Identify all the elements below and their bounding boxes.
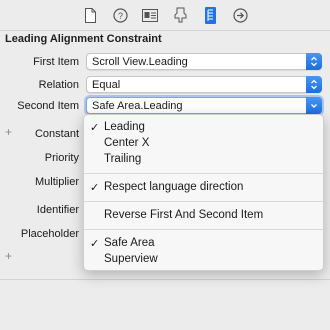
menu-item-reverse-first-and-second-item[interactable]: Reverse First And Second Item <box>84 208 323 224</box>
menu-item-label: Respect language direction <box>104 181 244 193</box>
relation-popup[interactable]: Equal <box>86 76 322 93</box>
relation-row: Relation Equal <box>0 76 330 94</box>
quick-help-icon[interactable]: ? <box>112 7 129 24</box>
chevron-updown-icon <box>306 53 322 70</box>
chevron-down-icon <box>306 97 322 114</box>
section-title: Leading Alignment Constraint <box>5 33 162 45</box>
menu-item-trailing[interactable]: Trailing <box>84 152 323 168</box>
size-inspector-icon[interactable] <box>202 6 219 24</box>
menu-item-center-x[interactable]: Center X <box>84 136 323 152</box>
add-variation-button[interactable]: + <box>5 249 12 263</box>
divider <box>0 279 330 280</box>
menu-separator <box>84 173 323 174</box>
second-item-label: Second Item <box>17 100 79 112</box>
checkmark-icon: ✓ <box>90 182 100 194</box>
connections-inspector-icon[interactable] <box>232 7 249 24</box>
menu-item-safe-area[interactable]: ✓ Safe Area <box>84 236 323 252</box>
menu-item-superview[interactable]: Superview <box>84 252 323 268</box>
first-item-popup[interactable]: Scroll View.Leading <box>86 53 322 70</box>
second-item-row: Second Item Safe Area.Leading <box>0 97 330 115</box>
constant-label: Constant <box>34 128 79 140</box>
checkmark-icon: ✓ <box>90 238 100 250</box>
add-constant-variation-button[interactable]: + <box>5 125 12 139</box>
menu-item-label: Leading <box>104 121 145 133</box>
menu-separator <box>84 201 323 202</box>
relation-value: Equal <box>92 79 121 91</box>
menu-separator <box>84 229 323 230</box>
svg-text:?: ? <box>117 11 122 21</box>
menu-item-label: Superview <box>104 253 158 265</box>
menu-item-respect-language-direction[interactable]: ✓ Respect language direction <box>84 180 323 196</box>
multiplier-label: Multiplier <box>34 176 79 188</box>
menu-item-leading[interactable]: ✓ Leading <box>84 120 323 136</box>
menu-item-label: Safe Area <box>104 237 155 249</box>
second-item-popup[interactable]: Safe Area.Leading <box>86 97 322 114</box>
priority-label: Priority <box>44 152 79 164</box>
placeholder-label: Placeholder <box>20 228 79 240</box>
first-item-row: First Item Scroll View.Leading <box>0 53 330 71</box>
menu-item-label: Reverse First And Second Item <box>104 209 264 221</box>
identity-inspector-icon[interactable] <box>142 7 159 24</box>
identifier-label: Identifier <box>36 204 79 216</box>
chevron-updown-icon <box>306 76 322 93</box>
checkmark-icon: ✓ <box>90 122 100 134</box>
file-inspector-icon[interactable] <box>82 7 99 24</box>
inspector-toolbar: ? <box>0 0 330 31</box>
first-item-value: Scroll View.Leading <box>92 56 188 68</box>
first-item-label: First Item <box>33 56 79 68</box>
second-item-value: Safe Area.Leading <box>92 100 183 112</box>
menu-item-label: Trailing <box>104 153 142 165</box>
menu-item-label: Center X <box>104 137 150 149</box>
second-item-dropdown-menu: ✓ Leading Center X Trailing ✓ Respect la… <box>83 114 324 271</box>
relation-label: Relation <box>38 79 79 91</box>
attributes-inspector-icon[interactable] <box>172 7 189 24</box>
